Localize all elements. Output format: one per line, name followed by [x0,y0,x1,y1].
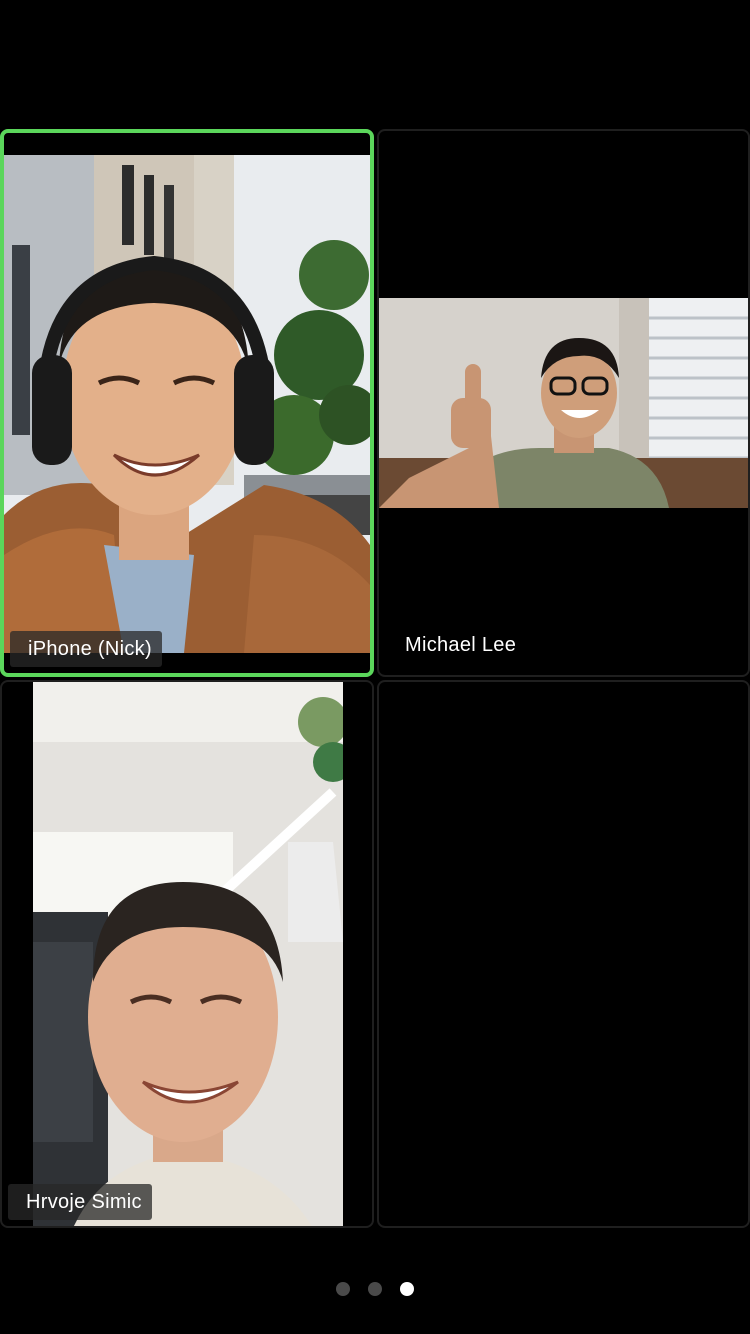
participant-video [33,682,343,1226]
participant-tile-nick[interactable]: iPhone (Nick) [0,129,374,677]
participant-name-label: Michael Lee [405,634,517,656]
empty-tile [377,680,750,1228]
page-dot-3-current[interactable] [400,1282,414,1296]
participant-name-label: iPhone (Nick) [10,631,162,667]
video-frame-hrvoje [33,682,343,1226]
video-frame-nick [4,155,370,653]
page-dot-1[interactable] [336,1282,350,1296]
meeting-gallery-view: iPhone (Nick) Michael Lee Hrvoje Simic [0,0,750,1334]
participant-name-label: Hrvoje Simic [8,1184,152,1220]
page-indicator[interactable] [0,1282,750,1296]
participant-video [379,298,748,508]
page-dot-2[interactable] [368,1282,382,1296]
participant-tile-hrvoje[interactable]: Hrvoje Simic [0,680,374,1228]
participant-tile-michael[interactable]: Michael Lee [377,129,750,677]
participant-video [4,155,370,653]
video-frame-michael [379,298,748,508]
